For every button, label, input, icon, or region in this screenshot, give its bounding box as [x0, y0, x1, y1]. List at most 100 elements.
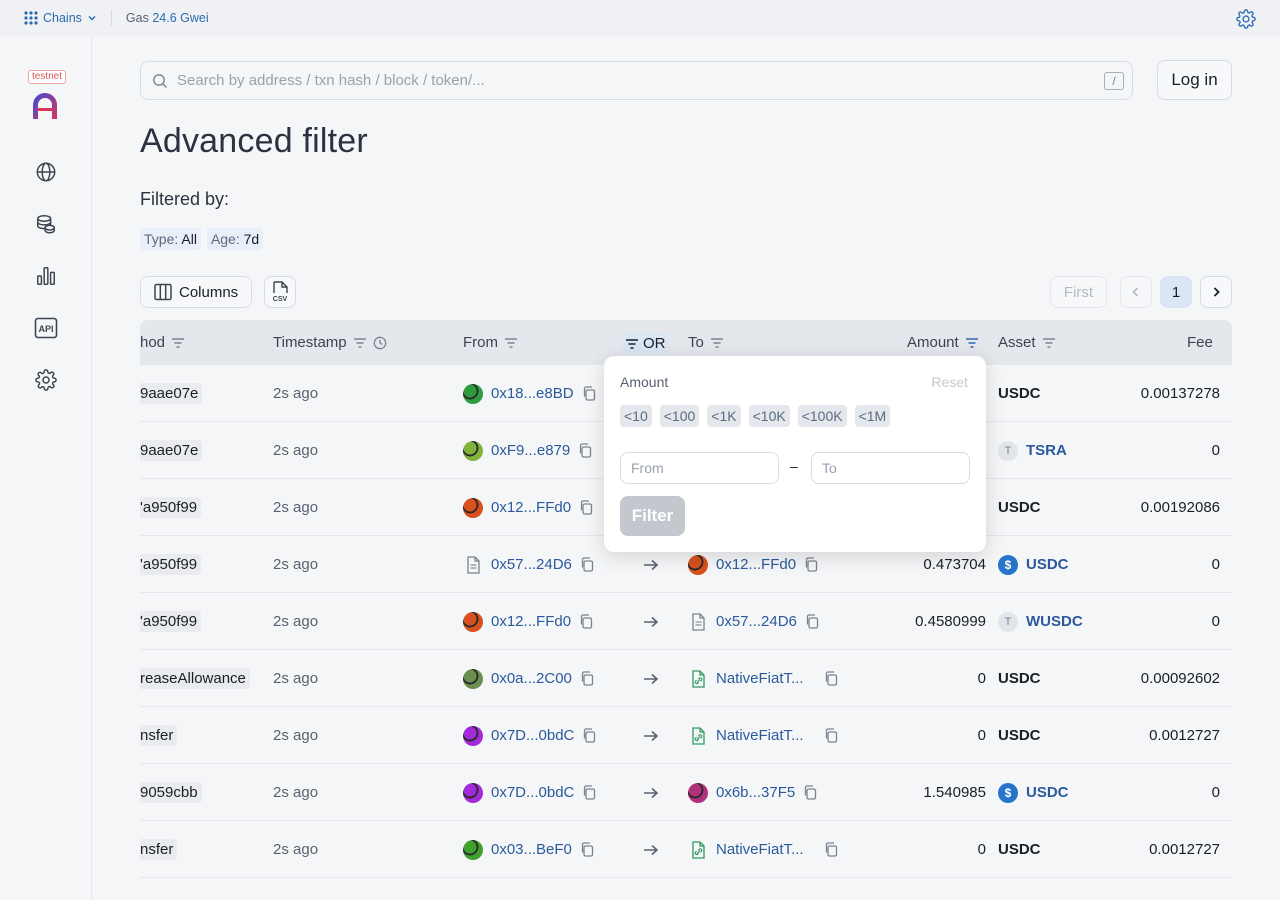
filter-icon[interactable]	[353, 337, 367, 349]
copy-icon[interactable]	[582, 728, 596, 743]
copy-icon[interactable]	[579, 500, 593, 515]
token-placeholder-icon: T	[998, 611, 1018, 632]
from-address[interactable]: 0x18...e8BD	[491, 385, 574, 402]
method-badge[interactable]: 9059cbb	[140, 782, 202, 803]
from-address[interactable]: 0x0a...2C00	[491, 670, 572, 687]
copy-icon[interactable]	[580, 557, 594, 572]
nav-api[interactable]: API	[34, 316, 58, 340]
to-address[interactable]: 0x6b...37F5	[716, 784, 795, 801]
filter-icon[interactable]	[710, 337, 724, 349]
asset-name[interactable]: WUSDC	[1026, 613, 1083, 630]
to-address[interactable]: 0x12...FFd0	[716, 556, 796, 573]
prev-page-button[interactable]	[1120, 276, 1152, 308]
method-badge[interactable]: 9aae07e	[140, 440, 203, 461]
copy-icon[interactable]	[805, 614, 819, 629]
avatar	[463, 611, 483, 632]
from-address[interactable]: 0x12...FFd0	[491, 499, 571, 516]
or-label: OR	[643, 335, 666, 352]
timestamp: 2s ago	[273, 841, 319, 858]
copy-icon[interactable]	[824, 842, 838, 857]
search-icon	[153, 73, 167, 88]
copy-icon[interactable]	[804, 557, 818, 572]
apply-filter-button[interactable]: Filter	[620, 496, 685, 536]
amount-to-input[interactable]	[811, 452, 970, 484]
method-badge[interactable]: 'a950f99	[140, 497, 202, 518]
method-badge[interactable]: reaseAllowance	[140, 668, 250, 689]
from-address[interactable]: 0x7D...0bdC	[491, 727, 574, 744]
copy-icon[interactable]	[578, 443, 592, 458]
csv-export-button[interactable]: CSV	[264, 276, 296, 308]
filter-icon[interactable]	[171, 337, 185, 349]
to-address[interactable]: 0x57...24D6	[716, 613, 797, 630]
copy-icon[interactable]	[824, 671, 838, 686]
from-address[interactable]: 0x03...BeF0	[491, 841, 572, 858]
to-address[interactable]: NativeFiatT...	[716, 841, 804, 858]
filter-icon[interactable]	[1042, 337, 1056, 349]
copy-icon[interactable]	[579, 614, 593, 629]
copy-icon[interactable]	[582, 785, 596, 800]
copy-icon[interactable]	[803, 785, 817, 800]
nav-blockchain[interactable]	[34, 160, 58, 184]
fee: 0.00192086	[1140, 499, 1220, 516]
clock-icon[interactable]	[373, 336, 387, 350]
amount-from-input[interactable]	[620, 452, 779, 484]
to-address[interactable]: NativeFiatT...	[716, 670, 804, 687]
nav-tokens[interactable]	[34, 212, 58, 236]
search-input[interactable]	[177, 72, 1077, 89]
avatar	[463, 440, 483, 461]
arrow-right-icon	[644, 844, 659, 855]
first-page-button[interactable]: First	[1050, 276, 1107, 308]
method-badge[interactable]: 'a950f99	[140, 611, 202, 632]
filter-chip-age[interactable]: Age: 7d	[206, 228, 264, 250]
preset-lt-10k[interactable]: <10K	[748, 405, 790, 427]
filter-chip-type[interactable]: Type: All	[140, 228, 201, 250]
columns-label: Columns	[179, 283, 239, 301]
next-page-button[interactable]	[1200, 276, 1232, 308]
copy-icon[interactable]	[582, 386, 596, 401]
chains-menu[interactable]: Chains	[24, 11, 97, 25]
or-toggle[interactable]: OR	[623, 333, 668, 354]
from-address[interactable]: 0x57...24D6	[491, 556, 572, 573]
nav-stats[interactable]	[34, 264, 58, 288]
method-badge[interactable]: 9aae07e	[140, 383, 203, 404]
settings-button[interactable]	[1236, 9, 1256, 32]
asset-name[interactable]: TSRA	[1026, 442, 1067, 459]
preset-lt-10[interactable]: <10	[620, 405, 652, 427]
copy-icon[interactable]	[824, 728, 838, 743]
columns-button[interactable]: Columns	[140, 276, 252, 308]
logo[interactable]	[31, 91, 59, 126]
filter-icon[interactable]	[504, 337, 518, 349]
login-button[interactable]: Log in	[1157, 60, 1232, 100]
asset-name[interactable]: USDC	[1026, 784, 1069, 801]
nav-settings[interactable]	[34, 368, 58, 392]
to-address[interactable]: NativeFiatT...	[716, 727, 804, 744]
reset-button[interactable]: Reset	[931, 374, 968, 390]
from-address[interactable]: 0x12...FFd0	[491, 613, 571, 630]
arrow-right-icon	[644, 673, 659, 684]
fee: 0	[1211, 442, 1220, 459]
method-badge[interactable]: nsfer	[140, 839, 178, 860]
preset-lt-1m[interactable]: <1M	[854, 405, 891, 427]
asset-name[interactable]: USDC	[1026, 556, 1069, 573]
gas-price: Gas 24.6 Gwei	[126, 11, 209, 25]
amount: 0	[977, 727, 986, 744]
filter-icon[interactable]	[965, 337, 979, 349]
copy-icon[interactable]	[580, 842, 594, 857]
gas-value[interactable]: 24.6 Gwei	[152, 11, 208, 25]
preset-lt-100[interactable]: <100	[659, 405, 700, 427]
from-address[interactable]: 0x7D...0bdC	[491, 784, 574, 801]
current-page[interactable]: 1	[1160, 276, 1192, 308]
method-badge[interactable]: nsfer	[140, 725, 178, 746]
from-address[interactable]: 0xF9...e879	[491, 442, 570, 459]
table-row: nsfer 2s ago 0x03...BeF0 NativeFiatT... 0 USD…	[140, 821, 1232, 878]
amount: 0.4580999	[915, 613, 986, 630]
csv-label: CSV	[273, 296, 288, 303]
search-bar[interactable]: /	[140, 61, 1133, 100]
grid-icon	[24, 11, 38, 25]
asset-name: USDC	[998, 499, 1041, 516]
method-badge[interactable]: 'a950f99	[140, 554, 202, 575]
copy-icon[interactable]	[580, 671, 594, 686]
filter-key: Type:	[144, 231, 179, 247]
preset-lt-1k[interactable]: <1K	[707, 405, 741, 427]
preset-lt-100k[interactable]: <100K	[797, 405, 847, 427]
